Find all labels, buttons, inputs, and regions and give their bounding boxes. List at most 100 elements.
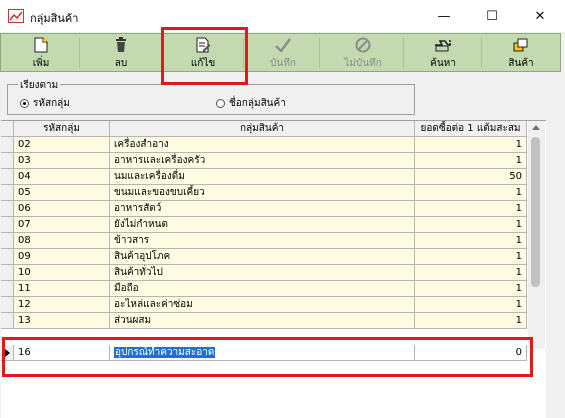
row-name[interactable]: ยังไม่กำหนด — [110, 217, 415, 233]
close-button[interactable]: ✕ — [517, 0, 563, 32]
table-row[interactable]: 09 สินค้าอุปโภค 1 — [1, 249, 527, 265]
header-name[interactable]: กลุ่มสินค้า — [110, 121, 415, 137]
edit-label: แก้ไข — [190, 58, 216, 69]
row-name[interactable]: มือถือ — [110, 281, 415, 297]
new-row-code[interactable]: 16 — [14, 345, 110, 361]
row-code[interactable]: 02 — [14, 137, 110, 153]
toolbar: เพิ่ม ลบ แก้ไข บันทึก ไม่บันทึก ค้นหา สิ… — [0, 33, 561, 72]
row-min-qty[interactable]: 50 — [415, 169, 527, 185]
row-code[interactable]: 08 — [14, 233, 110, 249]
row-code[interactable]: 06 — [14, 201, 110, 217]
row-min-qty[interactable]: 1 — [415, 153, 527, 169]
chart-app-icon — [8, 9, 24, 23]
edit-button[interactable]: แก้ไข — [169, 34, 237, 71]
row-code[interactable]: 03 — [14, 153, 110, 169]
row-name[interactable]: เครื่องสำอาง — [110, 137, 415, 153]
table-row[interactable]: 05 ขนมและของขบเคี้ยว 1 — [1, 185, 527, 201]
row-indicator — [1, 249, 14, 265]
sort-by-code-label: รหัสกลุ่ม — [33, 98, 70, 109]
toolbar-divider — [319, 38, 320, 68]
table-row[interactable]: 08 ข้าวสาร 1 — [1, 233, 527, 249]
current-row-pointer-icon — [5, 349, 10, 357]
row-indicator — [1, 201, 14, 217]
scroll-up-icon[interactable] — [532, 125, 540, 130]
table-row[interactable]: 07 ยังไม่กำหนด 1 — [1, 217, 527, 233]
header-indicator-cell — [1, 121, 14, 137]
minimize-button[interactable]: — — [421, 0, 467, 32]
row-min-qty[interactable]: 1 — [415, 313, 527, 329]
cancel-circle-icon — [355, 36, 371, 54]
row-code[interactable]: 07 — [14, 217, 110, 233]
row-name[interactable]: ข้าวสาร — [110, 233, 415, 249]
delete-label: ลบ — [114, 58, 128, 69]
row-code[interactable]: 09 — [14, 249, 110, 265]
row-min-qty[interactable]: 1 — [415, 137, 527, 153]
row-code[interactable]: 05 — [14, 185, 110, 201]
table-row[interactable]: 04 นมและเครื่องดื่ม 50 — [1, 169, 527, 185]
row-min-qty[interactable]: 1 — [415, 233, 527, 249]
cancel-button[interactable]: ไม่บันทึก — [327, 34, 399, 71]
window-title: กลุ่มสินค้า — [30, 12, 79, 25]
header-min-qty[interactable]: ยอดซื้อต่อ 1 แต้มสะสม — [415, 121, 527, 137]
radio-unchecked-icon — [216, 99, 225, 108]
product-button[interactable]: สินค้า — [487, 34, 555, 71]
row-name[interactable]: ส่วนผสม — [110, 313, 415, 329]
toolbar-divider — [243, 38, 244, 68]
row-min-qty[interactable]: 1 — [415, 185, 527, 201]
sort-groupbox: เรียงตาม รหัสกลุ่ม ชื่อกลุ่มสินค้า — [7, 78, 415, 115]
row-name[interactable]: อาหารสัตว์ — [110, 201, 415, 217]
table-row[interactable]: 12 อะไหล่และค่าซ่อม 1 — [1, 297, 527, 313]
toolbar-divider — [161, 38, 162, 68]
new-row-min-qty[interactable]: 0 — [415, 345, 527, 361]
delete-button[interactable]: ลบ — [87, 34, 155, 71]
add-button[interactable]: เพิ่ม — [7, 34, 75, 71]
row-code[interactable]: 13 — [14, 313, 110, 329]
maximize-icon: ☐ — [486, 8, 498, 24]
scroll-thumb[interactable] — [531, 137, 540, 287]
new-row-name-cell[interactable]: อุปกรณ์ทำความสะอาด — [110, 345, 415, 361]
row-min-qty[interactable]: 1 — [415, 281, 527, 297]
vertical-scrollbar[interactable] — [528, 121, 545, 349]
maximize-button[interactable]: ☐ — [469, 0, 515, 32]
row-indicator — [1, 345, 14, 361]
sort-legend: เรียงตาม — [18, 78, 61, 93]
radio-checked-icon — [20, 99, 29, 108]
close-icon: ✕ — [534, 8, 546, 24]
table-row[interactable]: 06 อาหารสัตว์ 1 — [1, 201, 527, 217]
row-min-qty[interactable]: 1 — [415, 201, 527, 217]
row-indicator — [1, 137, 14, 153]
product-label: สินค้า — [508, 58, 534, 69]
row-indicator — [1, 153, 14, 169]
edit-document-icon — [195, 36, 211, 54]
add-label: เพิ่ม — [32, 58, 50, 69]
row-name[interactable]: นมและเครื่องดื่ม — [110, 169, 415, 185]
table-row[interactable]: 11 มือถือ 1 — [1, 281, 527, 297]
sort-by-name-radio[interactable]: ชื่อกลุ่มสินค้า — [216, 96, 286, 111]
row-code[interactable]: 04 — [14, 169, 110, 185]
row-code[interactable]: 11 — [14, 281, 110, 297]
row-min-qty[interactable]: 1 — [415, 297, 527, 313]
row-name[interactable]: สินค้าทั่วไป — [110, 265, 415, 281]
header-code[interactable]: รหัสกลุ่ม — [14, 121, 110, 137]
minimize-icon: — — [437, 8, 451, 24]
row-min-qty[interactable]: 1 — [415, 249, 527, 265]
row-min-qty[interactable]: 1 — [415, 217, 527, 233]
row-name[interactable]: อะไหล่และค่าซ่อม — [110, 297, 415, 313]
new-row-name-editor[interactable]: อุปกรณ์ทำความสะอาด — [114, 347, 216, 358]
row-name[interactable]: อาหารและเครื่องครัว — [110, 153, 415, 169]
row-code[interactable]: 10 — [14, 265, 110, 281]
table-row[interactable]: 02 เครื่องสำอาง 1 — [1, 137, 527, 153]
table-row[interactable]: 03 อาหารและเครื่องครัว 1 — [1, 153, 527, 169]
save-button[interactable]: บันทึก — [251, 34, 315, 71]
row-name[interactable]: สินค้าอุปโภค — [110, 249, 415, 265]
row-name[interactable]: ขนมและของขบเคี้ยว — [110, 185, 415, 201]
row-indicator — [1, 313, 14, 329]
row-min-qty[interactable]: 1 — [415, 265, 527, 281]
search-button[interactable]: ค้นหา — [409, 34, 477, 71]
sort-by-code-radio[interactable]: รหัสกลุ่ม — [20, 96, 70, 111]
table-row[interactable]: 13 ส่วนผสม 1 — [1, 313, 527, 329]
sort-by-name-label: ชื่อกลุ่มสินค้า — [229, 98, 286, 109]
table-row[interactable]: 10 สินค้าทั่วไป 1 — [1, 265, 527, 281]
new-row[interactable]: 16 อุปกรณ์ทำความสะอาด 0 — [1, 345, 527, 361]
row-code[interactable]: 12 — [14, 297, 110, 313]
